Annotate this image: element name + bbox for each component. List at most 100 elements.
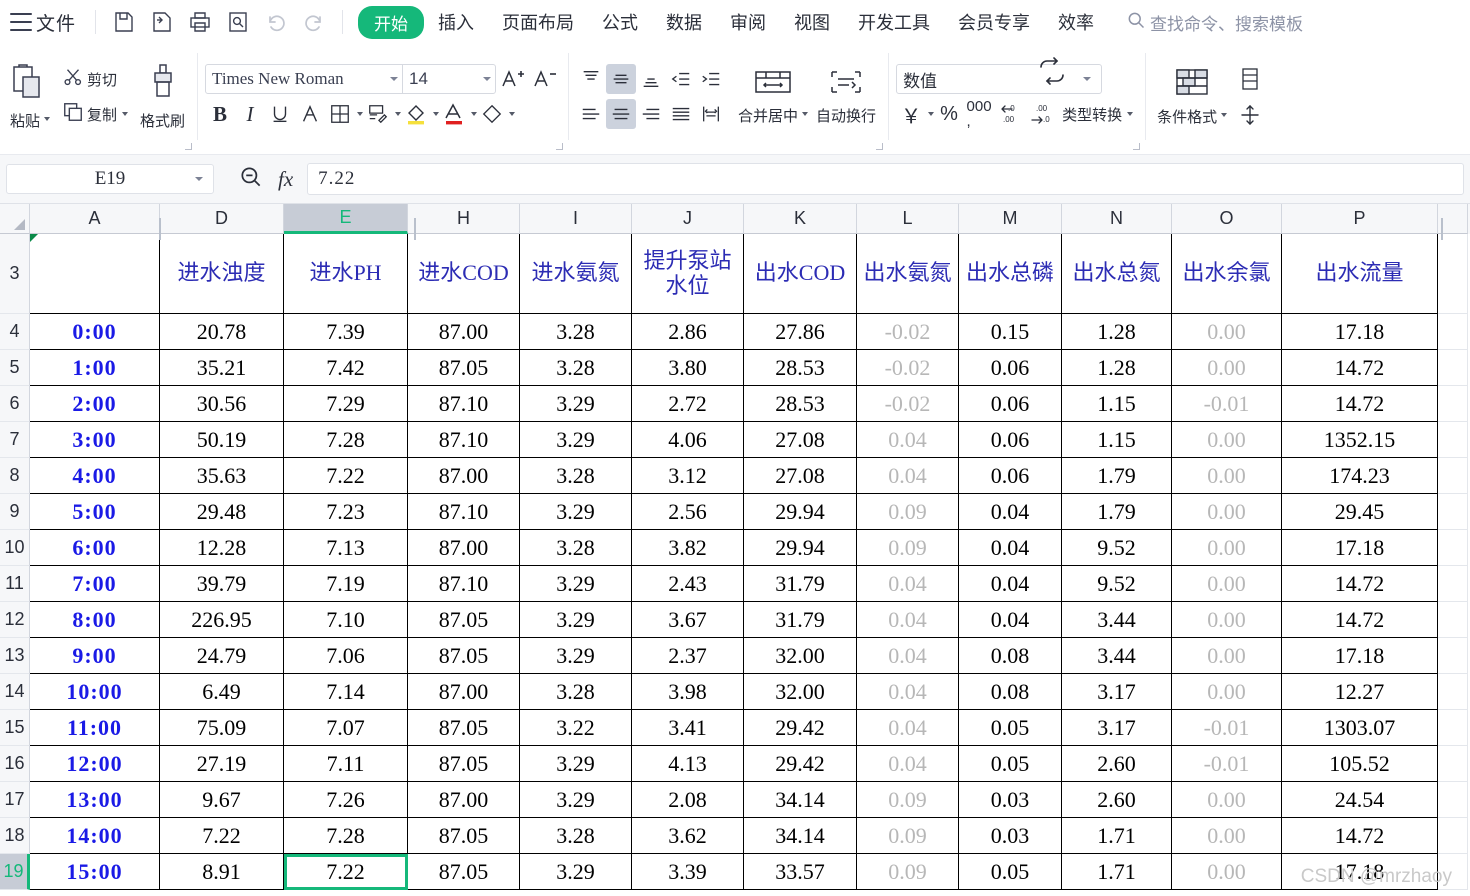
cell-L10[interactable]: 0.09: [857, 530, 959, 566]
cell-P6[interactable]: 14.72: [1282, 386, 1438, 422]
column-header-j[interactable]: J: [632, 204, 744, 234]
cell-H4[interactable]: 87.00: [408, 314, 520, 350]
cell-I9[interactable]: 3.29: [520, 494, 632, 530]
cell-E17[interactable]: 7.26: [284, 782, 408, 818]
align-right-button[interactable]: [636, 99, 666, 129]
column-header-a[interactable]: A: [30, 204, 160, 234]
cell-J18[interactable]: 3.62: [632, 818, 744, 854]
cell-style-button[interactable]: [363, 99, 393, 129]
cell-O10[interactable]: 0.00: [1172, 530, 1282, 566]
cell-K4[interactable]: 27.86: [744, 314, 857, 350]
print-preview-icon[interactable]: [221, 5, 255, 39]
search-command-box[interactable]: 查找命令、搜索模板: [1126, 10, 1303, 35]
cell-D10[interactable]: 12.28: [160, 530, 284, 566]
cell-E4[interactable]: 7.39: [284, 314, 408, 350]
cell-H18[interactable]: 87.05: [408, 818, 520, 854]
cell-M18[interactable]: 0.03: [959, 818, 1062, 854]
row-header-9[interactable]: 9: [0, 494, 30, 530]
cell-N15[interactable]: 3.17: [1062, 710, 1172, 746]
cell-I5[interactable]: 3.28: [520, 350, 632, 386]
cell-K12[interactable]: 31.79: [744, 602, 857, 638]
column-title-m[interactable]: 出水总磷: [959, 234, 1062, 314]
row-height-button[interactable]: [1235, 100, 1265, 130]
cell-J6[interactable]: 2.72: [632, 386, 744, 422]
cell-D6[interactable]: 30.56: [160, 386, 284, 422]
cell-blank[interactable]: [1438, 782, 1468, 818]
row-header-4[interactable]: 4: [0, 314, 30, 350]
cell-O8[interactable]: 0.00: [1172, 458, 1282, 494]
cell-L9[interactable]: 0.09: [857, 494, 959, 530]
align-top-button[interactable]: [576, 64, 606, 94]
tab-data[interactable]: 数据: [652, 5, 716, 39]
cell-M5[interactable]: 0.06: [959, 350, 1062, 386]
cell-H11[interactable]: 87.10: [408, 566, 520, 602]
cell-K6[interactable]: 28.53: [744, 386, 857, 422]
cell-H10[interactable]: 87.00: [408, 530, 520, 566]
cell-K16[interactable]: 29.42: [744, 746, 857, 782]
cell-I18[interactable]: 3.28: [520, 818, 632, 854]
cell-blank[interactable]: [1438, 710, 1468, 746]
column-header-n[interactable]: N: [1062, 204, 1172, 234]
cell-E11[interactable]: 7.19: [284, 566, 408, 602]
cell-D12[interactable]: 226.95: [160, 602, 284, 638]
cell-A13[interactable]: 9:00: [30, 638, 160, 674]
cell-K15[interactable]: 29.42: [744, 710, 857, 746]
cell-N18[interactable]: 1.71: [1062, 818, 1172, 854]
tab-start[interactable]: 开始: [358, 5, 425, 39]
cell-A16[interactable]: 12:00: [30, 746, 160, 782]
row-header-13[interactable]: 13: [0, 638, 30, 674]
cell-L15[interactable]: 0.04: [857, 710, 959, 746]
cell-M16[interactable]: 0.05: [959, 746, 1062, 782]
cell-L17[interactable]: 0.09: [857, 782, 959, 818]
justify-button[interactable]: [666, 99, 696, 129]
align-left-button[interactable]: [576, 99, 606, 129]
borders-button[interactable]: [325, 99, 355, 129]
cell-I13[interactable]: 3.29: [520, 638, 632, 674]
cell-A4[interactable]: 0:00: [30, 314, 160, 350]
cell-M6[interactable]: 0.06: [959, 386, 1062, 422]
cell-N14[interactable]: 3.17: [1062, 674, 1172, 710]
copy-button[interactable]: 复制: [58, 98, 132, 131]
cell-L6[interactable]: -0.02: [857, 386, 959, 422]
row-header-14[interactable]: 14: [0, 674, 30, 710]
font-family-chevron-down-icon[interactable]: [386, 77, 402, 81]
cell-O13[interactable]: 0.00: [1172, 638, 1282, 674]
cell-A6[interactable]: 2:00: [30, 386, 160, 422]
cell-P9[interactable]: 29.45: [1282, 494, 1438, 530]
cell-A9[interactable]: 5:00: [30, 494, 160, 530]
cell-M11[interactable]: 0.04: [959, 566, 1062, 602]
row-header-11[interactable]: 11: [0, 566, 30, 602]
cell-M14[interactable]: 0.08: [959, 674, 1062, 710]
chevron-down-icon[interactable]: [802, 112, 809, 116]
column-title-a[interactable]: [30, 234, 160, 314]
row-header-15[interactable]: 15: [0, 710, 30, 746]
cell-blank[interactable]: [1438, 854, 1468, 890]
bold-button[interactable]: B: [205, 99, 235, 129]
cell-A12[interactable]: 8:00: [30, 602, 160, 638]
column-header-m[interactable]: M: [959, 204, 1062, 234]
cell-J8[interactable]: 3.12: [632, 458, 744, 494]
cell-E18[interactable]: 7.28: [284, 818, 408, 854]
cell-H17[interactable]: 87.00: [408, 782, 520, 818]
cell-L13[interactable]: 0.04: [857, 638, 959, 674]
cell-A19[interactable]: 15:00: [30, 854, 160, 890]
text-orientation-button[interactable]: [696, 99, 726, 129]
clear-format-button[interactable]: [477, 99, 507, 129]
cell-M19[interactable]: 0.05: [959, 854, 1062, 890]
number-format-select[interactable]: 数值: [896, 64, 1103, 94]
cell-O11[interactable]: 0.00: [1172, 566, 1282, 602]
file-menu-button[interactable]: 文件: [36, 9, 76, 36]
cut-button[interactable]: 剪切: [58, 63, 132, 96]
cell-M8[interactable]: 0.06: [959, 458, 1062, 494]
number-dialog-launcher[interactable]: [1133, 143, 1141, 150]
cell-H13[interactable]: 87.05: [408, 638, 520, 674]
cell-H9[interactable]: 87.10: [408, 494, 520, 530]
cell-K19[interactable]: 33.57: [744, 854, 857, 890]
tab-view[interactable]: 视图: [780, 5, 844, 39]
redo-icon[interactable]: [297, 5, 331, 39]
comma-format-button[interactable]: 000,: [964, 99, 994, 129]
cell-E14[interactable]: 7.14: [284, 674, 408, 710]
cell-L14[interactable]: 0.04: [857, 674, 959, 710]
cell-O4[interactable]: 0.00: [1172, 314, 1282, 350]
cell-O12[interactable]: 0.00: [1172, 602, 1282, 638]
